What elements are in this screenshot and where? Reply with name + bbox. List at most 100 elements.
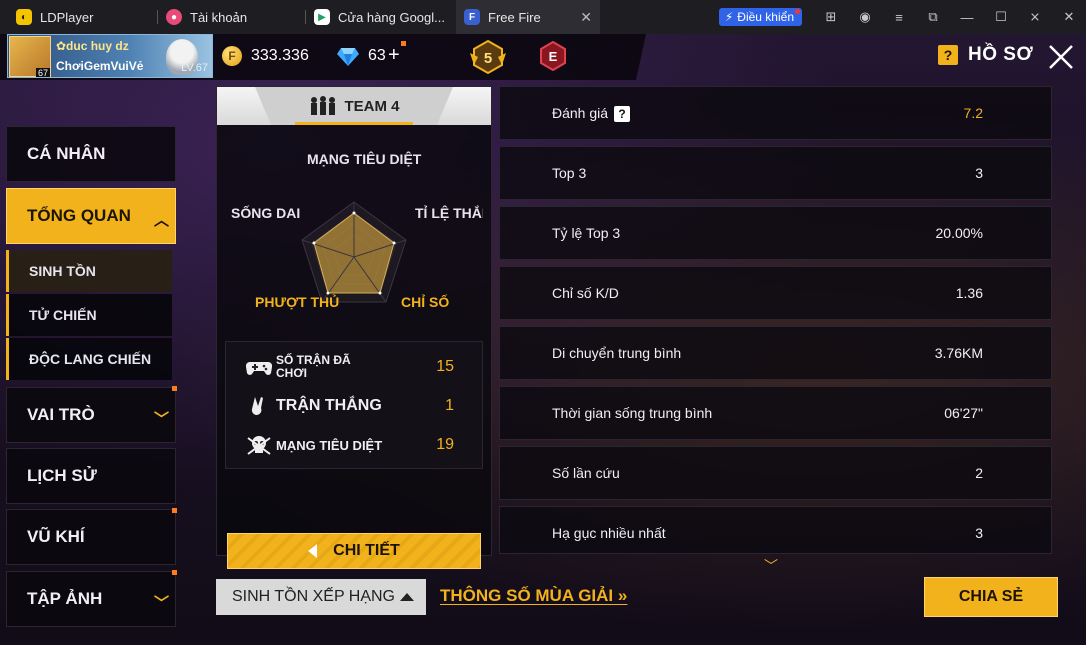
season-link-label: THÔNG SỐ MÙA GIẢI <box>440 586 614 605</box>
radar-label-traveler[interactable]: PHƯỢT THỦ <box>255 294 339 310</box>
close-tab-icon[interactable]: ✕ <box>580 9 592 26</box>
stat-row-revives: Số lần cứu 2 <box>499 446 1052 500</box>
stat-row-kd: Chỉ số K/D 1.36 <box>499 266 1052 320</box>
player-level: LV.67 <box>181 62 208 74</box>
radar-label-win-rate: TỈ LỆ THẮNG <box>415 205 483 221</box>
stat-row-wins: TRẬN THẮNG 1 <box>226 387 484 425</box>
menu-item-history[interactable]: LỊCH SỬ <box>6 448 176 504</box>
menu-item-roles[interactable]: VAI TRÒ ﹀ <box>6 386 177 443</box>
diamond-amount: 63 <box>368 47 386 64</box>
maximize-icon[interactable]: ☐ <box>984 0 1018 34</box>
chevron-up-icon: ︿ <box>153 212 169 229</box>
tab-ldplayer[interactable]: ◐ LDPlayer <box>0 0 158 34</box>
stat-value: 2 <box>975 465 983 481</box>
collapse-icon[interactable]: ⨯ <box>1018 0 1052 34</box>
diamond-icon <box>337 48 359 66</box>
stat-row-top3: Top 3 3 <box>499 146 1052 200</box>
arrow-left-icon <box>308 544 318 558</box>
radar-chart: MẠNG TIÊU DIỆT SỐNG DAI TỈ LỆ THẮNG PHƯỢ… <box>217 147 491 347</box>
add-diamond-button[interactable]: + <box>388 44 400 67</box>
free-fire-icon: F <box>464 9 480 25</box>
tab-free-fire[interactable]: F Free Fire ✕ <box>456 0 600 34</box>
stat-label: Hạ gục nhiều nhất <box>552 525 666 541</box>
stat-value: 3.76KM <box>934 345 983 361</box>
submenu-item-survival[interactable]: SINH TỒN <box>6 250 172 292</box>
help-icon[interactable]: ? <box>938 45 958 65</box>
gold-amount: 333.336 <box>251 47 309 64</box>
summary-stats: SỐ TRẬN ĐÃ CHƠI 15 TRẬN THẮNG 1 MẠNG TIÊ… <box>225 341 483 469</box>
team-stats-panel: TEAM 4 MẠNG TIÊU DIỆT SỐNG DAI TỈ LỆ THẮ… <box>216 86 492 569</box>
minimize-icon[interactable]: — <box>950 0 984 34</box>
play-store-icon: ▶ <box>314 9 330 25</box>
menu-label: TẬP ẢNH <box>27 589 103 608</box>
stat-label: Chỉ số K/D <box>552 285 619 301</box>
scroll-down-icon[interactable]: ﹀ <box>764 556 778 576</box>
mode-dropdown[interactable]: SINH TỒN XẾP HẠNG <box>216 579 426 615</box>
stat-label: Top 3 <box>552 165 587 181</box>
tab-label: Tài khoản <box>190 9 248 25</box>
lightning-icon: ⚡ <box>724 10 734 24</box>
stat-row-matches: SỐ TRẬN ĐÃ CHƠI 15 <box>226 348 484 386</box>
submenu-item-deathmatch[interactable]: TỬ CHIẾN <box>6 294 172 336</box>
submenu-label: SINH TỒN <box>29 263 96 279</box>
squad-icon <box>311 96 336 115</box>
stat-value: 19 <box>436 436 454 453</box>
stat-value: 15 <box>436 358 454 375</box>
menu-label: VAI TRÒ <box>27 405 95 424</box>
chevron-down-icon: ﹀ <box>153 595 169 612</box>
profile-card[interactable]: 67 ✿duc huy dz ChơiGemVuiVẻ LV.67 <box>7 34 213 78</box>
share-label: CHIA SẺ <box>958 588 1024 605</box>
stat-label: TRẬN THẮNG <box>276 397 382 414</box>
gift-icon[interactable]: ⊞ <box>814 0 848 34</box>
radar-label-survival: SỐNG DAI <box>231 205 301 221</box>
tab-play-store[interactable]: ▶ Cửa hàng Googl... <box>306 0 456 34</box>
tab-account[interactable]: ● Tài khoản <box>158 0 306 34</box>
menu-icon[interactable]: ≡ <box>882 0 916 34</box>
close-icon[interactable] <box>1048 44 1074 70</box>
user-icon[interactable]: ◉ <box>848 0 882 34</box>
avatar-level: 67 <box>36 68 51 78</box>
share-button[interactable]: CHIA SẺ <box>924 577 1058 617</box>
stat-label: Di chuyển trung bình <box>552 345 682 361</box>
rank-badge-number: 5 <box>484 50 492 67</box>
victory-hand-icon <box>251 397 263 416</box>
stat-value: 20.00% <box>935 225 983 241</box>
stat-value: 3 <box>975 165 983 181</box>
details-button[interactable]: CHI TIẾT <box>227 533 481 569</box>
chevron-down-icon: ﹀ <box>153 411 169 428</box>
submenu-item-lone-wolf[interactable]: ĐỘC LANG CHIẾN <box>6 338 172 380</box>
radar-label-score[interactable]: CHỈ SỐ <box>401 294 449 310</box>
control-button[interactable]: ⚡ Điều khiển <box>718 8 802 26</box>
stat-label: Đánh giá? <box>552 105 631 123</box>
stat-row-avg-distance: Di chuyển trung bình 3.76KM <box>499 326 1052 380</box>
profile-header: ? HỒ SƠ <box>938 44 1033 66</box>
help-icon[interactable]: ? <box>614 106 631 123</box>
tier-badge-letter: E <box>549 49 558 64</box>
stat-value: 7.2 <box>963 105 983 121</box>
stat-label: Số lần cứu <box>552 465 620 481</box>
tab-label: Cửa hàng Googl... <box>338 9 445 25</box>
menu-item-weapons[interactable]: VŨ KHÍ <box>6 508 177 565</box>
menu-item-personal[interactable]: CÁ NHÂN <box>6 126 176 182</box>
stat-row-avg-survival: Thời gian sống trung bình 06'27" <box>499 386 1052 440</box>
popout-icon[interactable]: ⧉ <box>916 0 950 34</box>
season-stats-link[interactable]: THÔNG SỐ MÙA GIẢI » <box>440 586 627 606</box>
close-window-icon[interactable]: ✕ <box>1052 0 1086 34</box>
rank-badge-icon[interactable]: 5 <box>470 39 506 75</box>
stat-value: 1.36 <box>955 285 983 301</box>
stat-row-top3-rate: Tỷ lệ Top 3 20.00% <box>499 206 1052 260</box>
triangle-up-icon <box>400 593 414 601</box>
menu-label: TỔNG QUAN <box>27 206 131 225</box>
game-topbar: 67 ✿duc huy dz ChơiGemVuiVẻ LV.67 F 333.… <box>0 34 1086 80</box>
menu-item-overview[interactable]: TỔNG QUAN ︿ <box>6 188 176 244</box>
gold-coin-icon: F <box>222 46 242 66</box>
page-title: HỒ SƠ <box>968 44 1034 65</box>
tab-label: LDPlayer <box>40 9 94 25</box>
menu-label: LỊCH SỬ <box>27 466 97 485</box>
team-header: TEAM 4 <box>217 87 491 125</box>
stat-value: 06'27" <box>944 405 983 421</box>
menu-label: CÁ NHÂN <box>27 144 106 163</box>
menu-item-gallery[interactable]: TẬP ẢNH ﹀ <box>6 570 177 627</box>
team-label: TEAM 4 <box>344 97 400 115</box>
tier-badge-icon[interactable]: E <box>539 41 567 71</box>
